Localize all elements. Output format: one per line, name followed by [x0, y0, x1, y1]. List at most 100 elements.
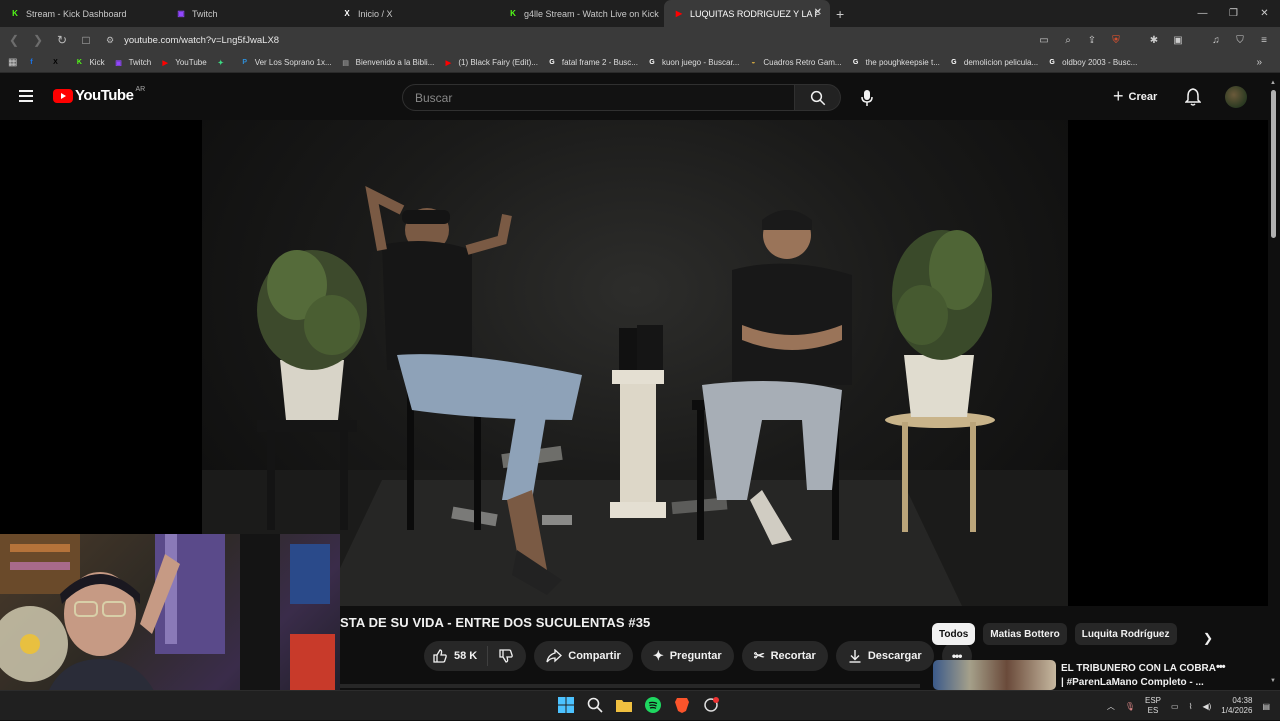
search-button[interactable] [795, 84, 841, 111]
clock[interactable]: 04:38 1/4/2026 [1221, 696, 1252, 716]
restore-icon[interactable]: ❐ [1218, 0, 1249, 27]
scroll-down-arrow[interactable]: ▼ [1270, 678, 1276, 684]
recommended-more-icon[interactable]: ••• [1216, 661, 1226, 673]
lang-top: ESP [1144, 696, 1161, 705]
forward-icon[interactable]: ❯ [28, 30, 48, 50]
extensions-icon[interactable]: ✱ [1146, 32, 1162, 48]
bookmark-item[interactable]: Gthe poughkeepsie t... [851, 58, 940, 68]
google-icon: G [1049, 59, 1055, 66]
close-window-icon[interactable]: ✕ [1249, 0, 1280, 27]
browser-tab[interactable]: Kg4lle Stream - Watch Live on Kick [498, 0, 664, 27]
recommended-title[interactable]: EL TRIBUNERO CON LA COBRA | #ParenLaMano… [1061, 662, 1231, 690]
filter-chip[interactable]: Matias Bottero [983, 623, 1067, 645]
vpn-icon[interactable]: ⛉ [1232, 32, 1248, 48]
youtube-icon: ▶ [675, 9, 683, 18]
page-scrollbar-thumb[interactable] [1271, 90, 1276, 238]
site-settings-icon[interactable]: ⚙ [106, 35, 114, 46]
dislike-button[interactable] [488, 648, 526, 664]
apps-grid-icon[interactable]: ▦ [8, 57, 17, 68]
recommended-thumbnail[interactable] [933, 660, 1056, 690]
network-wifi-icon[interactable]: ⌇ [1189, 702, 1193, 711]
bookmark-label: the poughkeepsie t... [865, 58, 940, 67]
bookmark-item[interactable]: ✦ [216, 58, 231, 68]
clip-button[interactable]: ✂ Recortar [741, 641, 828, 671]
bookmark-item[interactable]: ▤ Bienvenido a la Bibli... [341, 58, 434, 68]
country-code: AR [135, 86, 146, 93]
bookmark-icon[interactable]: □ [76, 30, 96, 50]
bookmark-item[interactable]: ◒ Cuadros Retro Gam... [748, 58, 841, 68]
chevron-right-icon[interactable]: ❯ [1203, 631, 1213, 645]
windows-start-icon[interactable] [556, 695, 576, 715]
create-label: Crear [1128, 91, 1158, 103]
taskbar-search-icon[interactable] [585, 695, 605, 715]
address-field[interactable]: ⚙ youtube.com/watch?v=Lng5fJwaLX8 [106, 35, 279, 46]
bookmark-item[interactable]: ▶ (1) Black Fairy (Edit)... [443, 58, 538, 68]
cast-icon[interactable]: ▭ [1036, 32, 1052, 48]
close-tab-icon[interactable]: ✕ [814, 7, 822, 18]
ask-button[interactable]: ✦ Preguntar [640, 641, 734, 671]
file-explorer-icon[interactable] [614, 695, 634, 715]
bookmarks-overflow-icon[interactable]: » [1256, 57, 1262, 68]
bookmark-item[interactable]: K Kick [74, 58, 105, 68]
recommended-video[interactable]: EL TRIBUNERO CON LA COBRA | #ParenLaMano… [933, 660, 1263, 690]
minimize-icon[interactable]: — [1187, 0, 1218, 27]
browser-menu-icon[interactable]: ≡ [1256, 32, 1272, 48]
clock-time: 04:38 [1232, 696, 1253, 705]
bookmark-item[interactable]: X [50, 58, 65, 68]
share-button[interactable]: Compartir [534, 641, 633, 671]
new-tab-button[interactable]: + [836, 6, 844, 22]
like-button[interactable]: 58 K [424, 646, 489, 666]
account-avatar[interactable] [1225, 86, 1247, 108]
bookmark-item[interactable]: Goldboy 2003 - Busc... [1047, 58, 1137, 68]
search-icon [810, 90, 825, 105]
share-icon [546, 649, 563, 663]
recommended-title-line1: EL TRIBUNERO CON LA COBRA [1061, 663, 1216, 674]
youtube-logo[interactable]: YouTube AR [53, 86, 146, 104]
spotify-icon[interactable] [643, 695, 663, 715]
filter-chip[interactable]: Luquita Rodríguez [1074, 623, 1177, 645]
share-page-icon[interactable]: ⇪ [1084, 32, 1100, 48]
sidebar-icon[interactable]: ▣ [1170, 32, 1186, 48]
address-bar-row: ❮ ❯ ↻ □ ⚙ youtube.com/watch?v=Lng5fJwaLX… [0, 27, 1280, 53]
filter-chip[interactable]: Todos [932, 623, 976, 645]
brave-shield-icon[interactable]: ⛨ [1108, 32, 1124, 48]
bookmark-item[interactable]: Gdemolicion pelicula... [949, 58, 1038, 68]
bookmark-label: kuon juego - Buscar... [661, 58, 740, 67]
voice-search-button[interactable] [852, 84, 882, 111]
tray-overflow-icon[interactable]: ︿ [1107, 701, 1115, 712]
sparkle-icon: ✦ [652, 648, 664, 663]
input-language[interactable]: ESP ES [1145, 696, 1161, 716]
thumbs-up-icon [433, 649, 447, 663]
hamburger-menu-icon[interactable] [19, 90, 33, 102]
media-icon[interactable]: ♫ [1208, 32, 1224, 48]
bookmark-item[interactable]: ▶ YouTube [160, 58, 207, 68]
bookmark-item[interactable]: f [26, 58, 41, 68]
bookmark-item[interactable]: Gfatal frame 2 - Busc... [547, 58, 638, 68]
app-notification-icon[interactable] [701, 695, 721, 715]
browser-tab[interactable]: X Inicio / X [332, 0, 498, 27]
browser-tab[interactable]: ▣ Twitch [166, 0, 332, 27]
kick-icon: K [12, 9, 18, 18]
browser-tab[interactable]: K Stream - Kick Dashboard [0, 0, 166, 27]
scroll-up-arrow[interactable]: ▲ [1270, 80, 1276, 86]
bookmark-item[interactable]: P Ver Los Soprano 1x... [240, 58, 331, 68]
browser-tab[interactable]: ▶ LUQUITAS RODRIGUEZ Y LA F ✕ [664, 0, 830, 27]
reload-icon[interactable]: ↻ [52, 30, 72, 50]
notifications-bell-icon[interactable] [1184, 88, 1202, 111]
share-label: Compartir [568, 650, 621, 662]
bookmark-item[interactable]: ▣ Twitch [114, 58, 151, 68]
scissors-icon: ✂ [753, 648, 765, 663]
search-input[interactable]: Buscar [402, 84, 795, 111]
brave-browser-icon[interactable] [672, 695, 692, 715]
create-button[interactable]: + Crear [1113, 86, 1157, 108]
volume-icon[interactable]: ◀) [1202, 702, 1211, 711]
mic-tray-icon[interactable]: 🎙 [1125, 702, 1135, 711]
bookmark-label: fatal frame 2 - Busc... [561, 58, 638, 67]
bookmark-item[interactable]: Gkuon juego - Buscar... [647, 58, 739, 68]
network-icon[interactable]: ▭ [1171, 702, 1179, 711]
description-box[interactable] [340, 684, 920, 688]
zoom-icon[interactable]: ⌕ [1060, 32, 1076, 48]
notification-center-icon[interactable]: ▤ [1262, 702, 1270, 711]
back-icon[interactable]: ❮ [4, 30, 24, 50]
download-button[interactable]: Descargar [835, 641, 934, 671]
